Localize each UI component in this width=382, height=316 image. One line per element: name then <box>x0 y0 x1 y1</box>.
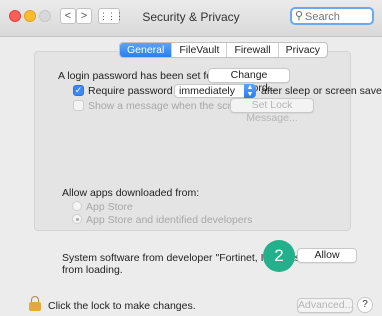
tab-bar: General FileVault Firewall Privacy <box>119 42 329 58</box>
lock-text: Click the lock to make changes. <box>48 300 196 312</box>
search-input[interactable] <box>305 10 371 23</box>
tab-firewall[interactable]: Firewall <box>226 43 277 57</box>
radio-app-store[interactable] <box>72 201 82 211</box>
tab-filevault[interactable]: FileVault <box>171 43 226 57</box>
search-field[interactable]: ⚲ <box>290 7 374 25</box>
tab-general[interactable]: General <box>120 43 172 57</box>
help-button[interactable]: ? <box>357 297 373 313</box>
require-password-select[interactable]: immediately ▲ ▼ <box>174 84 256 98</box>
chevron-updown-icon: ▲ ▼ <box>244 84 256 98</box>
search-icon: ⚲ <box>295 10 304 22</box>
blocked-software-text-line2: from loading. <box>62 264 123 276</box>
security-privacy-window: < > ⋮⋮⋮ Security & Privacy ⚲ General Fil… <box>0 0 382 316</box>
radio-app-store-identified[interactable] <box>72 214 82 224</box>
radio-app-store-label: App Store <box>86 201 133 213</box>
radio-selected-dot <box>75 217 79 221</box>
show-message-checkbox[interactable] <box>73 100 84 111</box>
allow-apps-title: Allow apps downloaded from: <box>62 187 200 199</box>
set-lock-message-button[interactable]: Set Lock Message... <box>230 98 314 124</box>
lock-icon[interactable] <box>29 296 41 311</box>
title-bar: < > ⋮⋮⋮ Security & Privacy ⚲ <box>0 0 382 37</box>
require-password-select-value: immediately <box>179 85 236 97</box>
tab-privacy[interactable]: Privacy <box>277 43 327 57</box>
require-password-suffix: after sleep or screen saver begins <box>261 85 382 97</box>
advanced-button[interactable]: Advanced... <box>297 298 353 313</box>
require-password-checkbox[interactable]: ✓ <box>73 85 84 96</box>
allow-button[interactable]: Allow <box>297 248 357 263</box>
change-password-button[interactable]: Change Password... <box>208 68 290 94</box>
step-number-badge: 2 <box>263 240 295 272</box>
radio-app-store-identified-label: App Store and identified developers <box>86 214 253 226</box>
require-password-label: Require password <box>88 85 173 97</box>
